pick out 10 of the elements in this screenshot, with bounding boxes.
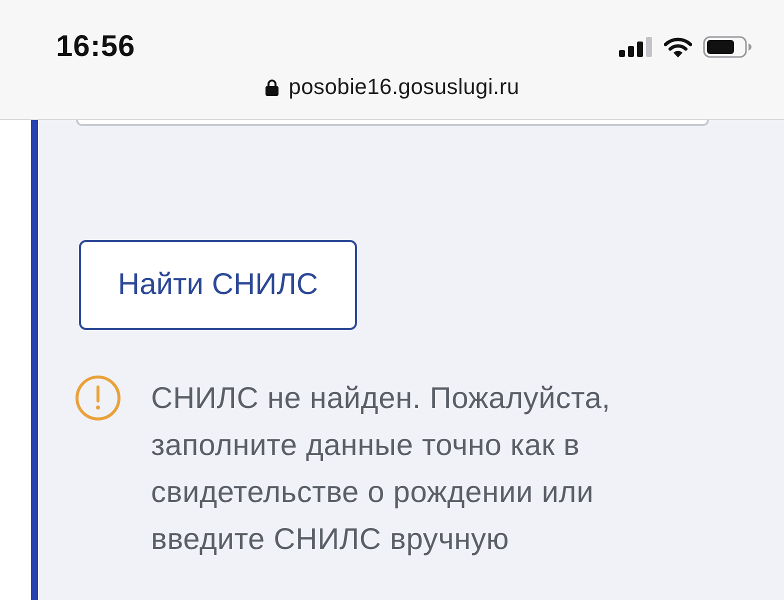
status-time: 16:56: [56, 30, 136, 64]
find-snils-button[interactable]: Найти СНИЛС: [79, 240, 357, 330]
wifi-icon: [664, 36, 692, 58]
url-text[interactable]: posobie16.gosuslugi.ru: [288, 74, 520, 100]
input-field[interactable]: [76, 120, 709, 126]
signal-icon: [619, 37, 653, 57]
lock-icon: [264, 78, 279, 96]
battery-icon: [703, 36, 752, 58]
alert-message: СНИЛС не найден. Пожалуйста, заполните данные точно как в свидетельстве о рождении или введите СНИЛС вручную: [151, 381, 612, 558]
warning-icon: [75, 375, 121, 421]
